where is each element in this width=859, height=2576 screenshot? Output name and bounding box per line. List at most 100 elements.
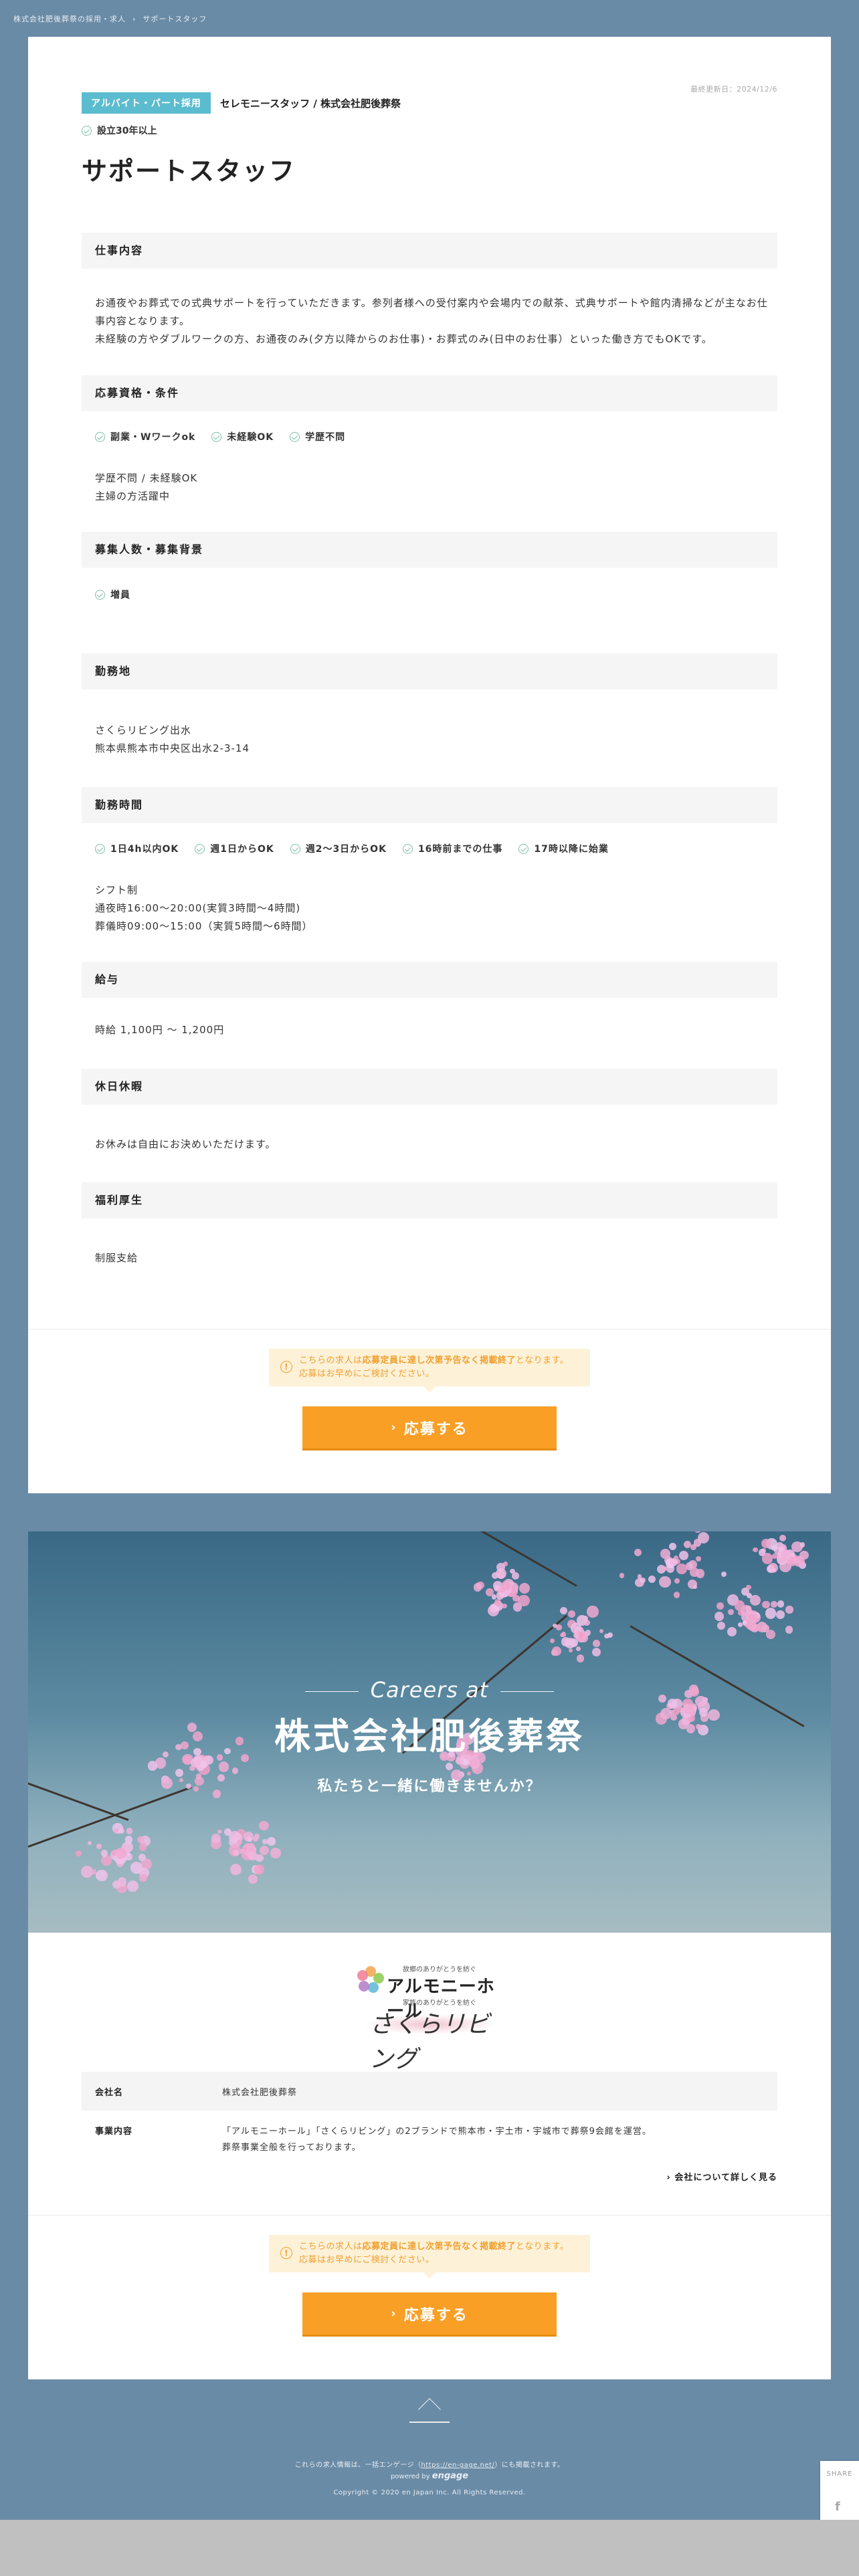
- blossom: [771, 1601, 777, 1608]
- blossom: [494, 1599, 502, 1606]
- footer-copyright: Copyright © 2020 en Japan Inc. All Right…: [333, 2489, 526, 2496]
- blossom: [668, 1543, 677, 1551]
- blossom: [259, 1820, 269, 1831]
- blossom: [776, 1610, 785, 1619]
- blossom: [619, 1573, 625, 1578]
- blossom: [100, 1849, 108, 1857]
- chip: 学歴不問: [290, 430, 345, 443]
- engage-logo[interactable]: engage: [432, 2471, 468, 2481]
- chip: 副業・Wワークok: [95, 430, 195, 443]
- notice-line-2: 応募はお早めにご検討ください。: [299, 2255, 435, 2265]
- notice-prefix: こちらの求人は: [299, 2242, 363, 2252]
- hero-company-name: 株式会社肥後葬祭: [274, 1715, 585, 1757]
- footer-engage-link[interactable]: https://en-gage.net/: [421, 2462, 494, 2469]
- company-more-link-label: 会社について詳しく見る: [674, 2173, 777, 2183]
- location-text: さくらリビング出水 熊本県熊本市中央区出水2-3-14: [95, 722, 777, 758]
- logo-sakura-living: さくらリビング: [369, 2011, 490, 2073]
- apply-button-label: 応募する: [403, 2306, 468, 2324]
- footer-powered-by: powered by engage: [0, 2471, 859, 2481]
- blossom: [252, 1836, 258, 1842]
- blossom: [260, 1846, 270, 1856]
- blossom: [727, 1626, 737, 1636]
- breadcrumb-link-company[interactable]: 株式会社肥後葬祭の採用・求人: [13, 15, 126, 23]
- blossom: [648, 1575, 656, 1583]
- benefits-line: 制服支給: [95, 1252, 138, 1264]
- recruit-chips: 増員: [95, 588, 130, 601]
- table-value-line: 葬祭事業全般を行っております。: [222, 2143, 361, 2153]
- breadcrumb: 株式会社肥後葬祭の採用・求人 › サポートスタッフ: [13, 13, 207, 24]
- apply-button-label: 応募する: [403, 1420, 468, 1438]
- notice-line-1: こちらの求人は応募定員に達し次第予告なく掲載終了となります。: [299, 1354, 583, 1368]
- blossom: [690, 1568, 699, 1577]
- blossom: [676, 1564, 687, 1574]
- share-label: SHARE: [826, 2470, 853, 2478]
- blossom: [737, 1622, 743, 1628]
- requirements-chips: 副業・Wワークok 未経験OK 学歴不問: [95, 430, 345, 443]
- chip-label: 増員: [110, 590, 130, 601]
- bottom-strip: [0, 2520, 859, 2576]
- blossom: [559, 1606, 567, 1615]
- check-icon: [518, 843, 529, 854]
- blossom: [749, 1594, 761, 1606]
- chip-label: 1日4h以内OK: [110, 844, 179, 855]
- apply-button[interactable]: › 応募する: [302, 1406, 557, 1451]
- facebook-icon[interactable]: f: [835, 2500, 840, 2514]
- blossom: [674, 1578, 680, 1584]
- blossom: [126, 1828, 132, 1834]
- deadline-notice: ! こちらの求人は応募定員に達し次第予告なく掲載終了となります。 応募はお早めに…: [269, 1349, 590, 1392]
- blossom: [138, 1854, 146, 1862]
- check-icon: [95, 589, 105, 600]
- blossom: [552, 1646, 561, 1656]
- chip: 17時以降に始業: [518, 842, 608, 855]
- job-tag-row: アルバイト・パート採用 セレモニースタッフ / 株式会社肥後葬祭: [82, 92, 401, 114]
- salary-line: 時給 1,100円 〜 1,200円: [95, 1024, 225, 1036]
- flower-logo-icon: [357, 1966, 384, 1993]
- table-label: 事業内容: [95, 2127, 133, 2137]
- back-to-top-button[interactable]: [409, 2396, 450, 2423]
- breadcrumb-separator: ›: [132, 15, 136, 23]
- blossom: [793, 1555, 805, 1568]
- blossom: [780, 1549, 791, 1561]
- blossom: [96, 1844, 102, 1850]
- notice-highlight: 応募定員に達し次第予告なく掲載終了: [362, 2242, 516, 2252]
- work-description: お通夜やお葬式での式典サポートを行っていただきます。参列者様への受付案内や会場内…: [95, 294, 777, 348]
- blossom: [746, 1584, 751, 1590]
- check-icon: [290, 843, 300, 854]
- blossom: [734, 1600, 745, 1611]
- blossom: [679, 1550, 689, 1560]
- holidays-line: お休みは自由にお決めいただけます。: [95, 1138, 276, 1150]
- careers-at-heading: Careers at: [28, 1677, 831, 1703]
- blossom: [785, 1606, 793, 1614]
- branch: [332, 1531, 577, 1587]
- blossom: [75, 1850, 82, 1856]
- apply-button[interactable]: › 応募する: [302, 2292, 557, 2337]
- blossom: [248, 1874, 258, 1884]
- chip-label: 17時以降に始業: [534, 844, 609, 855]
- blossom: [799, 1542, 805, 1548]
- chip: 増員: [95, 588, 130, 601]
- requirements-text: 学歴不問 / 未経験OK 主婦の方活躍中: [95, 469, 777, 506]
- check-icon: [211, 431, 222, 442]
- check-icon: [402, 843, 413, 854]
- blossom: [640, 1577, 646, 1584]
- blossom: [745, 1618, 757, 1630]
- check-icon: [195, 843, 205, 854]
- blossom: [211, 1834, 221, 1843]
- section-heading-location: 勤務地: [82, 653, 777, 689]
- company-logo: 故郷のありがとうを紡ぐ アルモニーホール 家族のありがとうを紡ぐ さくらリビング: [356, 1959, 503, 2073]
- blossom: [765, 1608, 777, 1619]
- benefits-text: 制服支給: [95, 1249, 777, 1267]
- blossom: [568, 1648, 573, 1653]
- table-row: 会社名 株式会社肥後葬祭: [82, 2072, 777, 2111]
- blossom: [445, 1762, 454, 1770]
- blossom: [771, 1553, 777, 1559]
- company-more-link[interactable]: › 会社について詳しく見る: [666, 2170, 777, 2183]
- employment-type-badge: アルバイト・パート採用: [82, 92, 211, 114]
- blossom: [218, 1761, 229, 1772]
- blossom: [593, 1640, 600, 1647]
- blossom: [692, 1584, 698, 1589]
- blossom: [561, 1632, 567, 1637]
- section-heading-work: 仕事内容: [82, 233, 777, 269]
- location-line: さくらリビング出水: [95, 724, 192, 736]
- chip: 未経験OK: [211, 430, 274, 443]
